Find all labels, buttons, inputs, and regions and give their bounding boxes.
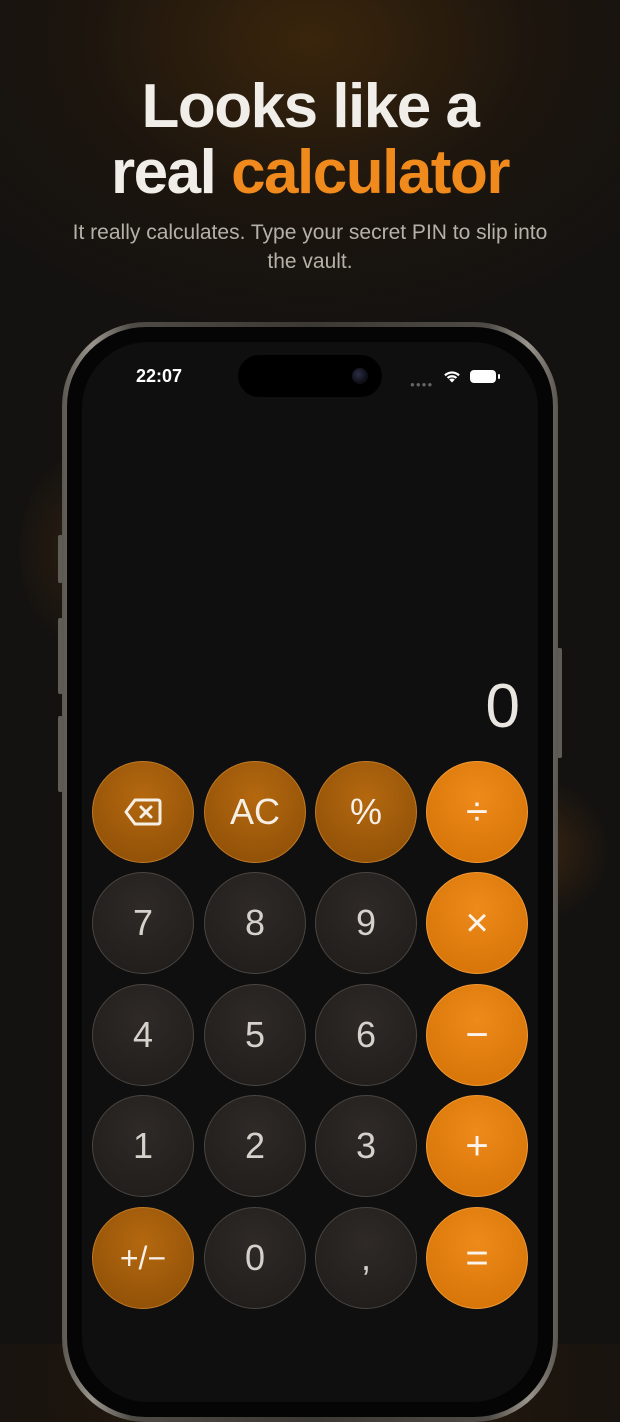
percent-label: % [349,791,382,832]
plus-label: + [465,1123,489,1168]
backspace-button[interactable] [92,761,194,863]
digit-9-button[interactable]: 9 [315,872,417,974]
headline-line1: Looks like a [141,72,480,141]
digit-1-button[interactable]: 1 [92,1095,194,1197]
minus-label: − [465,1012,489,1057]
signal-icon: ●●●● [410,380,434,389]
status-time: 22:07 [136,366,183,386]
percent-button[interactable]: % [315,761,417,863]
plus-minus-label: +/− [119,1239,167,1276]
digit-2-label: 2 [244,1125,266,1166]
front-camera [352,368,368,384]
headline-accent: calculator [231,138,510,207]
digit-3-button[interactable]: 3 [315,1095,417,1197]
equals-button[interactable]: = [426,1207,528,1309]
digit-8-label: 8 [244,902,266,943]
digit-6-button[interactable]: 6 [315,984,417,1086]
battery-icon [470,370,500,383]
digit-4-button[interactable]: 4 [92,984,194,1086]
decimal-label: , [360,1237,371,1278]
digit-9-label: 9 [355,902,377,943]
plus-button[interactable]: + [426,1095,528,1197]
plus-minus-button[interactable]: +/− [92,1207,194,1309]
wifi-icon [444,371,460,383]
hero-headline: Looks like a real calculator [0,74,620,206]
digit-0-button[interactable]: 0 [204,1207,306,1309]
digit-5-label: 5 [244,1014,266,1055]
decimal-button[interactable]: , [315,1207,417,1309]
status-icons: ●●●● [410,366,510,389]
digit-8-button[interactable]: 8 [204,872,306,974]
digit-4-label: 4 [132,1014,154,1055]
calculator-display: 0 [485,672,520,741]
divide-label: ÷ [466,789,488,834]
multiply-label: × [465,900,489,945]
digit-6-label: 6 [355,1014,377,1055]
equals-label: = [465,1235,489,1280]
digit-3-label: 3 [355,1125,377,1166]
dynamic-island [238,355,382,397]
multiply-button[interactable]: × [426,872,528,974]
digit-0-label: 0 [244,1237,266,1278]
digit-7-label: 7 [132,902,154,943]
digit-2-button[interactable]: 2 [204,1095,306,1197]
headline-plain: real [111,138,232,207]
ac-button[interactable]: AC [204,761,306,863]
digit-5-button[interactable]: 5 [204,984,306,1086]
digit-7-button[interactable]: 7 [92,872,194,974]
digit-1-label: 1 [132,1125,154,1166]
minus-button[interactable]: − [426,984,528,1086]
hero-subtitle: It really calculates. Type your secret P… [72,221,548,273]
divide-button[interactable]: ÷ [426,761,528,863]
ac-label: AC [229,791,280,832]
backspace-icon [124,798,162,826]
